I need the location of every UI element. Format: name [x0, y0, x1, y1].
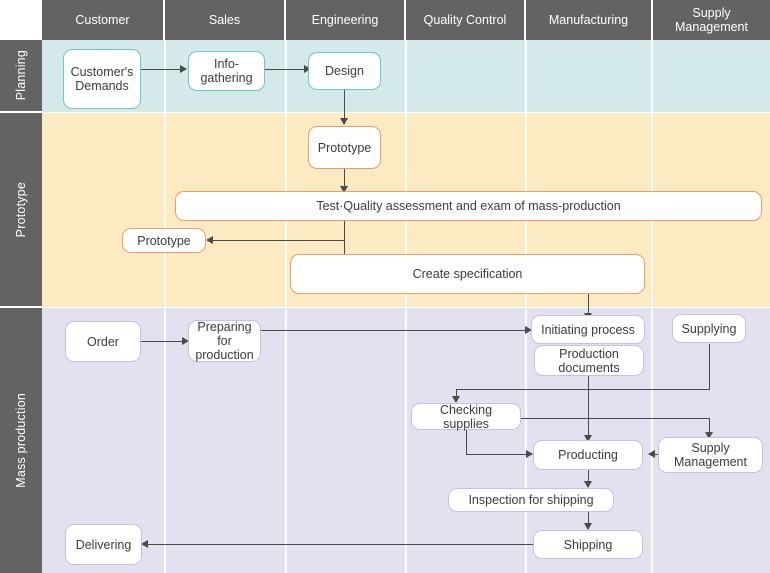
node-prototype-engineering[interactable]: Prototype [308, 126, 381, 169]
column-separator-5 [651, 40, 653, 573]
connector-production-docs-down [588, 375, 590, 441]
column-header-manufacturing: Manufacturing [526, 0, 653, 40]
column-header-quality-control-label: Quality Control [423, 13, 507, 27]
connector-checking-to-supply-mgmt [521, 418, 710, 420]
arrowhead-delivering [141, 539, 148, 548]
node-prototype-engineering-label: Prototype [317, 140, 372, 155]
connector-info-to-design [265, 69, 306, 71]
node-checking-supplies[interactable]: Checking supplies [411, 402, 521, 431]
node-delivering[interactable]: Delivering [65, 524, 142, 565]
connector-supplying-left [456, 389, 710, 391]
connector-checking-down [466, 429, 468, 455]
node-design[interactable]: Design [308, 52, 381, 90]
node-preparing-for-production-label: Preparing for production [195, 320, 254, 362]
arrowhead-info-gathering [180, 64, 187, 73]
node-inspection-for-shipping[interactable]: Inspection for shipping [448, 488, 614, 512]
node-production-documents[interactable]: Production documents [534, 345, 644, 376]
node-production-documents-label: Production documents [558, 346, 620, 375]
column-header-supply-management: Supply Management [653, 0, 770, 40]
node-design-label: Design [325, 64, 364, 78]
lane-label-mass-production: Mass production [0, 308, 42, 573]
lane-label-planning-text: Planning [14, 50, 28, 101]
node-customers-demands[interactable]: Customer's Demands [63, 49, 141, 109]
arrowhead-prototype-sales [206, 235, 213, 244]
lane-label-prototype-text: Prototype [14, 181, 28, 238]
column-separator-3 [405, 40, 407, 573]
node-supplying[interactable]: Supplying [672, 314, 746, 343]
node-producting-label: Producting [558, 448, 618, 462]
column-separator-2 [285, 40, 287, 573]
node-shipping-label: Shipping [563, 537, 613, 552]
lane-label-prototype: Prototype [0, 113, 42, 307]
node-initiating-process-label: Initiating process [541, 322, 635, 337]
node-shipping[interactable]: Shipping [533, 530, 643, 559]
node-create-specification[interactable]: Create specification [290, 254, 645, 294]
column-separator-1 [164, 40, 166, 573]
node-info-gathering-label: Info-gathering [200, 57, 253, 85]
column-header-supply-management-label: Supply Management [675, 6, 748, 34]
connector-test-to-prototype-sales [212, 240, 345, 242]
column-header-customer-label: Customer [75, 13, 130, 27]
arrowhead-prototype-eng [340, 118, 349, 125]
node-supplying-label: Supplying [681, 321, 737, 336]
swimlane-diagram: Customer Sales Engineering Quality Contr… [0, 0, 770, 573]
column-header-sales: Sales [165, 0, 286, 40]
connector-preparing-to-initiating [261, 330, 528, 332]
node-create-specification-label: Create specification [412, 267, 523, 281]
lane-label-planning: Planning [0, 40, 42, 112]
node-producting[interactable]: Producting [533, 440, 643, 470]
column-header-customer: Customer [42, 0, 165, 40]
node-preparing-for-production[interactable]: Preparing for production [188, 320, 261, 362]
node-prototype-sales[interactable]: Prototype [122, 228, 206, 253]
column-header-engineering: Engineering [286, 0, 406, 40]
node-inspection-for-shipping-label: Inspection for shipping [468, 493, 594, 507]
node-order[interactable]: Order [65, 321, 141, 362]
arrowhead-inspection-for-shipping [584, 481, 593, 488]
connector-shipping-to-delivering [148, 544, 533, 546]
connector-supplying-down [709, 344, 711, 390]
node-prototype-sales-label: Prototype [137, 233, 191, 248]
node-initiating-process[interactable]: Initiating process [531, 315, 645, 344]
arrowhead-producting-right [648, 449, 655, 458]
node-test-quality-assessment-label: Test·Quality assessment and exam of mass… [316, 199, 621, 213]
node-supply-management-label: Supply Management [674, 441, 747, 469]
arrowhead-shipping [584, 523, 593, 530]
column-header-engineering-label: Engineering [311, 13, 379, 27]
lane-label-mass-production-text: Mass production [14, 393, 28, 488]
arrowhead-producting-left [526, 449, 533, 458]
column-header-quality-control: Quality Control [406, 0, 526, 40]
node-supply-management[interactable]: Supply Management [658, 437, 763, 473]
node-customers-demands-label: Customer's Demands [70, 65, 134, 93]
node-test-quality-assessment[interactable]: Test·Quality assessment and exam of mass… [175, 191, 762, 221]
connector-demands-to-info [140, 69, 182, 71]
node-order-label: Order [87, 334, 119, 349]
node-info-gathering[interactable]: Info-gathering [188, 51, 265, 91]
column-header-sales-label: Sales [208, 13, 241, 27]
node-checking-supplies-label: Checking supplies [439, 402, 493, 431]
connector-checking-to-producting [466, 454, 529, 456]
connector-order-to-preparing [141, 341, 184, 343]
column-header-manufacturing-label: Manufacturing [548, 13, 629, 27]
node-delivering-label: Delivering [75, 537, 132, 552]
